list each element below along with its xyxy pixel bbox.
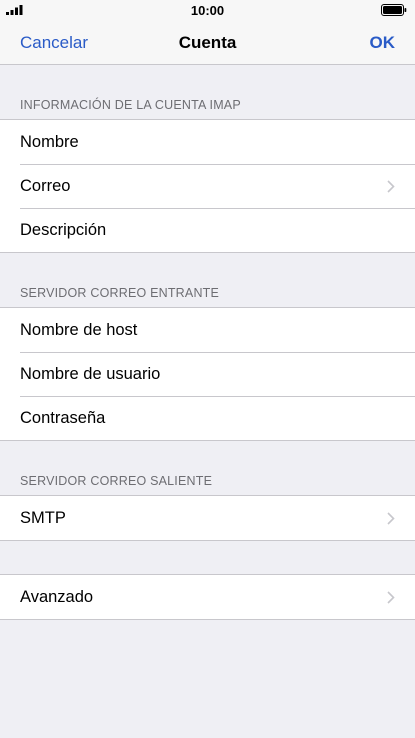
row-advanced[interactable]: Avanzado [0, 575, 415, 619]
group-imap-account: Nombre Correo Descripción [0, 119, 415, 253]
row-correo[interactable]: Correo [0, 164, 415, 208]
row-label: Contraseña [20, 409, 106, 427]
row-hostname[interactable]: Nombre de host [0, 308, 415, 352]
section-header-outgoing-server: SERVIDOR CORREO SALIENTE [20, 474, 213, 488]
battery-icon [381, 4, 407, 16]
chevron-right-icon [387, 512, 395, 525]
chevron-right-icon [387, 180, 395, 193]
chevron-right-icon [387, 591, 395, 604]
navigation-bar: Cancelar Cuenta OK [0, 20, 415, 65]
status-time: 10:00 [190, 3, 225, 18]
row-label: Descripción [20, 221, 107, 239]
status-bar: 10:00 [0, 0, 415, 20]
ok-button[interactable]: OK [370, 33, 396, 53]
row-label: Correo [20, 177, 71, 195]
row-label: SMTP [20, 509, 66, 527]
row-smtp[interactable]: SMTP [0, 496, 415, 540]
row-label: Nombre de host [20, 321, 138, 339]
row-label: Nombre de usuario [20, 365, 161, 383]
row-password[interactable]: Contraseña [0, 396, 415, 440]
row-label: Avanzado [20, 588, 94, 606]
row-username[interactable]: Nombre de usuario [0, 352, 415, 396]
row-nombre[interactable]: Nombre [0, 120, 415, 164]
group-incoming-server: Nombre de host Nombre de usuario Contras… [0, 307, 415, 441]
page-title: Cuenta [178, 33, 237, 52]
group-advanced: Avanzado [0, 574, 415, 620]
group-outgoing-server: SMTP [0, 495, 415, 541]
section-header-imap-account: INFORMACIÓN DE LA CUENTA IMAP [20, 98, 241, 112]
row-descripcion[interactable]: Descripción [0, 208, 415, 252]
section-header-incoming-server: SERVIDOR CORREO ENTRANTE [20, 286, 220, 300]
row-label: Nombre [20, 133, 79, 151]
